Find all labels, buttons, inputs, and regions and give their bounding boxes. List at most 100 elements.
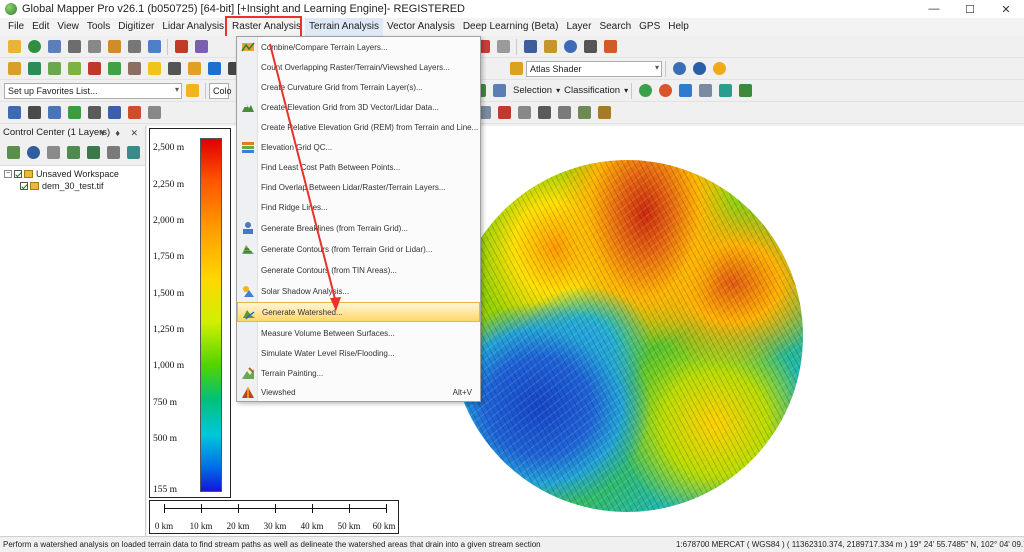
- layer-list-icon[interactable]: [44, 144, 62, 162]
- contour-icon[interactable]: [45, 60, 63, 78]
- menu-digitizer[interactable]: Digitizer: [114, 18, 158, 36]
- line-tool-3-icon[interactable]: [85, 104, 103, 122]
- menu-deep-learning[interactable]: Deep Learning (Beta): [459, 18, 563, 36]
- close-button[interactable]: ✕: [988, 0, 1024, 18]
- digitizer-icon[interactable]: [172, 38, 190, 56]
- walk-icon[interactable]: [676, 82, 694, 100]
- dash-line-icon[interactable]: [595, 104, 613, 122]
- favorites-select[interactable]: Set up Favorites List... ▾: [4, 82, 182, 99]
- path-profile-icon[interactable]: [25, 104, 43, 122]
- menu-item-viewshed[interactable]: Viewshed Alt+V: [237, 382, 480, 402]
- menu-layer[interactable]: Layer: [562, 18, 595, 36]
- globe-3d-icon[interactable]: [670, 60, 688, 78]
- menu-item-water-level[interactable]: Simulate Water Level Rise/Flooding...: [237, 343, 480, 363]
- menu-item-combine-terrain[interactable]: Combine/Compare Terrain Layers...: [237, 37, 480, 57]
- hatch-icon[interactable]: [185, 60, 203, 78]
- menu-item-contours-grid[interactable]: Generate Contours (from Terrain Grid or …: [237, 239, 480, 259]
- shader-icon[interactable]: [85, 60, 103, 78]
- menu-lidar-analysis[interactable]: Lidar Analysis: [158, 18, 228, 36]
- camera-icon[interactable]: [581, 38, 599, 56]
- printer-icon[interactable]: [125, 38, 143, 56]
- settings-gear-icon[interactable]: [690, 60, 708, 78]
- elevation-icon[interactable]: [25, 60, 43, 78]
- line-tool-5-icon[interactable]: [125, 104, 143, 122]
- control-center-icon[interactable]: [145, 38, 163, 56]
- paint-brush-icon[interactable]: [521, 38, 539, 56]
- line-tool-icon[interactable]: [45, 104, 63, 122]
- menu-item-curvature-grid[interactable]: Create Curvature Grid from Terrain Layer…: [237, 77, 480, 97]
- menu-item-least-cost-path[interactable]: Find Least Cost Path Between Points...: [237, 157, 480, 177]
- selection-menu[interactable]: Selection: [513, 85, 552, 96]
- favorites-star-icon[interactable]: [183, 82, 201, 100]
- scale-icon[interactable]: [495, 104, 513, 122]
- classification-menu[interactable]: Classification: [564, 85, 620, 96]
- terrain-profile-icon[interactable]: [5, 60, 23, 78]
- color-select[interactable]: Colo: [209, 82, 232, 99]
- smooth-icon[interactable]: [575, 104, 593, 122]
- layer-zoom-icon[interactable]: [84, 144, 102, 162]
- layer-metadata-icon[interactable]: [64, 144, 82, 162]
- peak-icon[interactable]: [65, 60, 83, 78]
- gps-device-icon[interactable]: [601, 38, 619, 56]
- stretch-icon[interactable]: [125, 60, 143, 78]
- maximize-button[interactable]: ☐: [952, 0, 988, 18]
- menu-view[interactable]: View: [53, 18, 83, 36]
- open-folder-icon[interactable]: [5, 38, 23, 56]
- overlay-icon[interactable]: [65, 38, 83, 56]
- menu-help[interactable]: Help: [664, 18, 693, 36]
- menu-tools[interactable]: Tools: [83, 18, 114, 36]
- menu-item-elevation-grid-3d[interactable]: Create Elevation Grid from 3D Vector/Lid…: [237, 97, 480, 117]
- config-wrench-icon[interactable]: [85, 38, 103, 56]
- cross-section-icon[interactable]: [165, 60, 183, 78]
- layer-row[interactable]: dem_30_test.tif: [0, 180, 145, 192]
- menu-item-ridge-lines[interactable]: Find Ridge Lines...: [237, 197, 480, 217]
- rotate-icon[interactable]: [515, 104, 533, 122]
- sun-icon[interactable]: [710, 60, 728, 78]
- volume-icon[interactable]: [105, 60, 123, 78]
- fly-icon[interactable]: [696, 82, 714, 100]
- select-arrow-icon[interactable]: [490, 82, 508, 100]
- menu-item-measure-volume[interactable]: Measure Volume Between Surfaces...: [237, 323, 480, 343]
- menu-item-rem-grid[interactable]: Create Relative Elevation Grid (REM) fro…: [237, 117, 480, 137]
- menu-item-breaklines[interactable]: Generate Breaklines (from Terrain Grid).…: [237, 218, 480, 238]
- line-tool-4-icon[interactable]: [105, 104, 123, 122]
- add-waypoint-icon[interactable]: [736, 82, 754, 100]
- ruler-icon[interactable]: [541, 38, 559, 56]
- layer-options-icon[interactable]: [24, 144, 42, 162]
- menu-item-grid-qc[interactable]: Elevation Grid QC...: [237, 137, 480, 157]
- menu-item-find-overlap[interactable]: Find Overlap Between Lidar/Raster/Terrai…: [237, 177, 480, 197]
- play-icon[interactable]: [636, 82, 654, 100]
- menu-item-contours-tin[interactable]: Generate Contours (from TIN Areas)...: [237, 260, 480, 280]
- menu-search[interactable]: Search: [595, 18, 635, 36]
- menu-edit[interactable]: Edit: [28, 18, 53, 36]
- join-icon[interactable]: [555, 104, 573, 122]
- panel-controls[interactable]: ▾ ♦ ✕: [100, 126, 142, 140]
- menu-vector-analysis[interactable]: Vector Analysis: [383, 18, 459, 36]
- menu-item-generate-watershed[interactable]: Generate Watershed...: [237, 302, 480, 322]
- menu-terrain-analysis[interactable]: Terrain Analysis: [304, 18, 383, 36]
- menu-gps[interactable]: GPS: [635, 18, 664, 36]
- stop-icon[interactable]: [656, 82, 674, 100]
- minimize-button[interactable]: —: [916, 0, 952, 18]
- menu-file[interactable]: File: [4, 18, 28, 36]
- grid-icon[interactable]: [145, 60, 163, 78]
- workspace-checkbox[interactable]: [14, 170, 22, 178]
- shader-select[interactable]: Atlas Shader ▾: [526, 60, 662, 77]
- edit-vector-icon[interactable]: [192, 38, 210, 56]
- classification-chevron-icon[interactable]: ▾: [624, 86, 628, 95]
- layer-hide-icon[interactable]: [104, 144, 122, 162]
- line-tool-6-icon[interactable]: [145, 104, 163, 122]
- layer-add-icon[interactable]: [4, 144, 22, 162]
- collapse-icon[interactable]: −: [4, 170, 12, 178]
- layer-close-icon[interactable]: [124, 144, 142, 162]
- globe-icon[interactable]: [25, 38, 43, 56]
- menu-item-solar-shadow[interactable]: Solar Shadow Analysis...: [237, 281, 480, 301]
- water-icon[interactable]: [205, 60, 223, 78]
- menu-item-count-overlapping[interactable]: Count Overlapping Raster/Terrain/Viewshe…: [237, 57, 480, 77]
- info-icon[interactable]: [561, 38, 579, 56]
- menu-item-terrain-painting[interactable]: Terrain Painting...: [237, 363, 480, 383]
- split-icon[interactable]: [535, 104, 553, 122]
- save-icon[interactable]: [45, 38, 63, 56]
- workspace-row[interactable]: − Unsaved Workspace: [0, 168, 145, 180]
- selection-chevron-icon[interactable]: ▾: [556, 86, 560, 95]
